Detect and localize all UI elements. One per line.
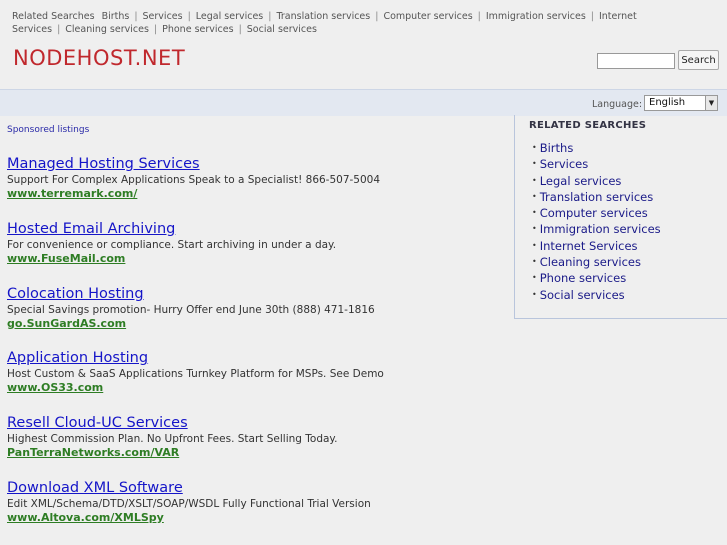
top-related-searches-label: Related Searches bbox=[12, 11, 95, 22]
top-separator: | bbox=[187, 11, 191, 22]
related-item-cleaning-services[interactable]: • Cleaning services bbox=[532, 254, 661, 270]
top-link-translation-services[interactable]: Translation services bbox=[276, 11, 370, 22]
top-link-computer-services[interactable]: Computer services bbox=[383, 11, 472, 22]
top-separator: | bbox=[375, 11, 379, 22]
top-link-legal-services[interactable]: Legal services bbox=[196, 11, 263, 22]
listing: Application Hosting Host Custom & SaaS A… bbox=[7, 350, 507, 395]
listing-url[interactable]: www.terremark.com/ bbox=[7, 187, 507, 201]
listing: Download XML Software Edit XML/Schema/DT… bbox=[7, 480, 507, 525]
related-item-computer-services[interactable]: • Computer services bbox=[532, 205, 661, 221]
related-searches-heading: RELATED SEARCHES bbox=[529, 120, 647, 131]
related-item-label[interactable]: Translation services bbox=[540, 190, 654, 204]
listing-url[interactable]: www.Altova.com/XMLSpy bbox=[7, 511, 507, 525]
sponsored-listings-label: Sponsored listings bbox=[7, 125, 90, 135]
top-separator: | bbox=[134, 11, 138, 22]
top-separator: | bbox=[153, 24, 158, 35]
related-item-label[interactable]: Immigration services bbox=[540, 222, 661, 236]
related-item-internet-services[interactable]: • Internet Services bbox=[532, 238, 661, 254]
related-item-social-services[interactable]: • Social services bbox=[532, 287, 661, 303]
related-item-label[interactable]: Legal services bbox=[540, 174, 622, 188]
bullet-icon: • bbox=[532, 224, 537, 234]
listing-title[interactable]: Hosted Email Archiving bbox=[7, 221, 507, 238]
bullet-icon: • bbox=[532, 257, 537, 267]
top-link-cleaning-services[interactable]: Cleaning services bbox=[65, 24, 149, 35]
listing: Colocation Hosting Special Savings promo… bbox=[7, 286, 507, 331]
language-bar: Language: English ▼ bbox=[0, 89, 727, 116]
related-item-services[interactable]: • Services bbox=[532, 156, 661, 172]
bullet-icon: • bbox=[532, 159, 537, 169]
related-item-translation-services[interactable]: • Translation services bbox=[532, 189, 661, 205]
listing-title[interactable]: Colocation Hosting bbox=[7, 286, 507, 303]
search-input[interactable] bbox=[597, 53, 675, 69]
top-separator: | bbox=[268, 11, 272, 22]
listing-title[interactable]: Managed Hosting Services bbox=[7, 156, 507, 173]
top-separator: | bbox=[238, 24, 242, 35]
bullet-icon: • bbox=[532, 143, 537, 152]
top-separator: | bbox=[590, 11, 594, 22]
related-searches-list: • Births • Services • Legal services • Trans… bbox=[532, 140, 661, 303]
listing-title[interactable]: Application Hosting bbox=[7, 350, 507, 367]
language-select[interactable]: English ▼ bbox=[644, 95, 718, 111]
bullet-icon: • bbox=[532, 191, 537, 201]
top-link-phone-services[interactable]: Phone services bbox=[162, 24, 233, 35]
related-item-label[interactable]: Computer services bbox=[540, 206, 648, 220]
related-item-label[interactable]: Social services bbox=[540, 288, 625, 302]
listing-description: Special Savings promotion- Hurry Offer e… bbox=[7, 304, 375, 316]
dropdown-arrow-icon[interactable]: ▼ bbox=[705, 96, 717, 110]
bullet-icon: • bbox=[532, 240, 537, 250]
related-item-label[interactable]: Services bbox=[540, 157, 589, 171]
listing-url[interactable]: www.OS33.com bbox=[7, 381, 507, 395]
related-item-label[interactable]: Births bbox=[540, 141, 574, 155]
listing-description: Highest Commission Plan. No Upfront Fees… bbox=[7, 433, 338, 445]
listing-url[interactable]: www.FuseMail.com bbox=[7, 252, 507, 266]
listing-description: Edit XML/Schema/DTD/XSLT/SOAP/WSDL Fully… bbox=[7, 498, 371, 510]
site-logo[interactable]: NODEHOST.NET bbox=[13, 46, 185, 70]
top-related-searches-bar: Related Searches Births | Services | Legal s… bbox=[12, 10, 712, 36]
top-separator: | bbox=[57, 24, 61, 35]
listing-url[interactable]: PanTerraNetworks.com/VAR bbox=[7, 446, 507, 460]
bullet-icon: • bbox=[532, 289, 537, 299]
listing: Hosted Email Archiving For convenience o… bbox=[7, 221, 507, 266]
top-separator: | bbox=[477, 11, 481, 22]
bullet-icon: • bbox=[532, 175, 537, 185]
related-searches-panel: RELATED SEARCHES • Births • Services • Lega… bbox=[514, 115, 727, 319]
related-item-label[interactable]: Phone services bbox=[540, 271, 626, 285]
top-link-births[interactable]: Births bbox=[102, 11, 130, 22]
search-button[interactable]: Search bbox=[678, 50, 719, 70]
top-link-immigration-services[interactable]: Immigration services bbox=[486, 11, 586, 22]
listing-title[interactable]: Download XML Software bbox=[7, 480, 507, 497]
language-selected-value: English bbox=[649, 97, 686, 108]
related-item-births[interactable]: • Births bbox=[532, 140, 661, 156]
bullet-icon: • bbox=[532, 273, 537, 283]
related-item-label[interactable]: Cleaning services bbox=[540, 255, 641, 269]
top-link-services[interactable]: Services bbox=[143, 11, 183, 22]
listing-url[interactable]: go.SunGardAS.com bbox=[7, 317, 507, 331]
related-item-immigration-services[interactable]: • Immigration services bbox=[532, 221, 661, 237]
top-link-social-services[interactable]: Social services bbox=[247, 24, 317, 35]
listing-description: For convenience or compliance. Start arc… bbox=[7, 239, 337, 251]
listing: Resell Cloud-UC Services Highest Commiss… bbox=[7, 415, 507, 460]
listing-title[interactable]: Resell Cloud-UC Services bbox=[7, 415, 507, 432]
listing-description: Support For Complex Applications Speak t… bbox=[7, 174, 381, 186]
related-item-legal-services[interactable]: • Legal services bbox=[532, 173, 661, 189]
bullet-icon: • bbox=[532, 208, 537, 218]
related-item-label[interactable]: Internet Services bbox=[540, 239, 638, 253]
related-item-phone-services[interactable]: • Phone services bbox=[532, 270, 661, 286]
language-label: Language: bbox=[592, 99, 643, 110]
listing-description: Host Custom & SaaS Applications Turnkey … bbox=[7, 368, 384, 380]
listing: Managed Hosting Services Support For Com… bbox=[7, 156, 507, 201]
